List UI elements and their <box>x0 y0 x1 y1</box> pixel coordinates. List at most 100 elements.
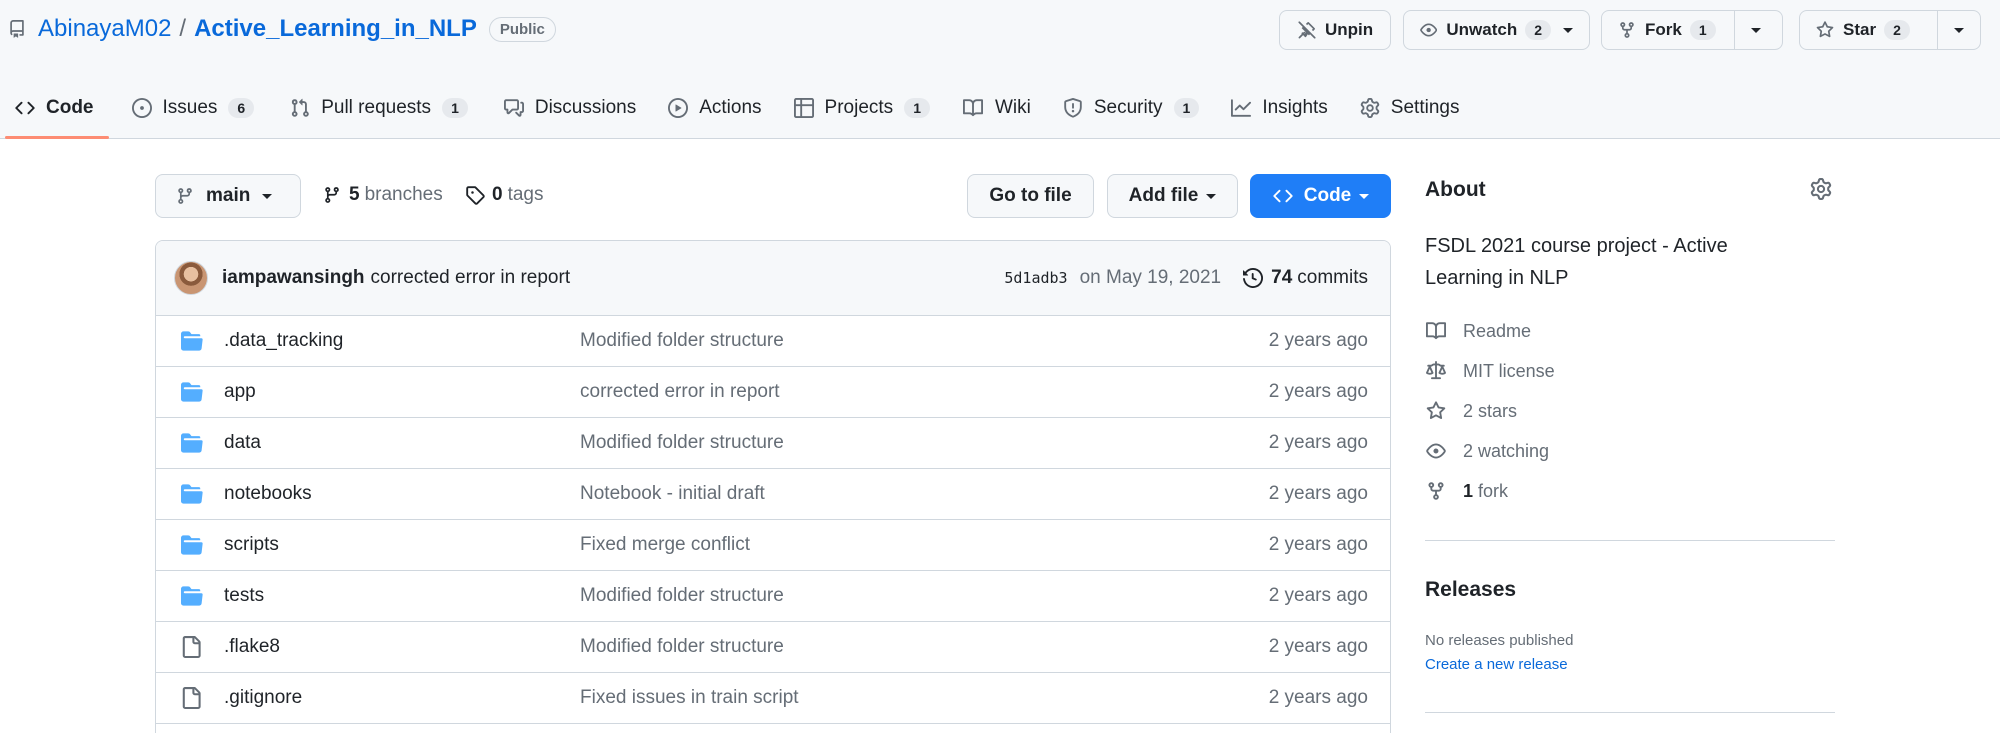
file-name-link[interactable]: .gitignore <box>224 687 580 709</box>
file-row[interactable]: tests Modified folder structure 2 years ag… <box>156 571 1390 622</box>
eye-icon <box>1420 23 1438 37</box>
file-commit-message-link[interactable]: Fixed issues in train script <box>580 687 799 709</box>
file-commit-age: 2 years ago <box>1268 636 1368 657</box>
file-row[interactable]: .flake8 Modified folder structure 2 years … <box>156 622 1390 673</box>
file-icon <box>180 635 206 659</box>
file-name-link[interactable]: .data_tracking <box>224 330 580 352</box>
repo-owner-link[interactable]: AbinayaM02 <box>38 15 171 43</box>
code-icon <box>15 101 35 115</box>
readme-link[interactable]: Readme <box>1425 316 1531 346</box>
code-button[interactable]: Code <box>1250 174 1391 218</box>
branches-label: branches <box>364 184 443 205</box>
unwatch-button[interactable]: Unwatch 2 <box>1403 10 1590 50</box>
gear-icon <box>1360 98 1380 118</box>
create-release-link[interactable]: Create a new release <box>1425 656 1568 673</box>
repo-name-link[interactable]: Active_Learning_in_NLP <box>194 15 477 43</box>
file-commit-age: 2 years ago <box>1268 381 1368 402</box>
no-releases-text: No releases published <box>1425 632 1574 649</box>
go-to-file-button[interactable]: Go to file <box>967 174 1094 218</box>
file-row[interactable]: scripts Fixed merge conflict 2 years ago <box>156 520 1390 571</box>
file-commit-age: 2 years ago <box>1268 687 1368 708</box>
file-row[interactable]: app corrected error in report 2 years ago <box>156 367 1390 418</box>
star-label: Star <box>1843 20 1877 39</box>
branches-count: 5 <box>349 184 360 205</box>
tab-settings[interactable]: Settings <box>1345 86 1475 130</box>
file-commit-age: 2 years ago <box>1268 432 1368 453</box>
license-label: MIT license <box>1463 360 1555 381</box>
tab-actions[interactable]: Actions <box>653 86 776 130</box>
add-file-button[interactable]: Add file <box>1107 174 1238 218</box>
sidebar-divider <box>1425 540 1835 541</box>
tab-issues[interactable]: Issues 6 <box>117 86 270 130</box>
forks-counter: 1 <box>1689 20 1716 40</box>
star-icon <box>1426 401 1446 420</box>
avatar[interactable] <box>174 261 208 295</box>
watchers-link[interactable]: 2 watching <box>1425 436 1549 466</box>
file-row[interactable]: .data_tracking Modified folder structure 2… <box>156 316 1390 367</box>
file-name-link[interactable]: notebooks <box>224 483 580 505</box>
path-separator: / <box>179 15 187 42</box>
fork-dropdown[interactable] <box>1734 11 1777 49</box>
tab-discussions[interactable]: Discussions <box>489 86 651 130</box>
file-commit-message-link[interactable]: Fixed merge conflict <box>580 534 750 556</box>
tab-code[interactable]: Code <box>0 86 109 139</box>
star-dropdown[interactable] <box>1937 11 1980 49</box>
file-name-link[interactable]: data <box>224 432 580 454</box>
tab-security[interactable]: Security 1 <box>1048 86 1214 130</box>
tab-discussions-label: Discussions <box>534 97 637 118</box>
file-commit-message-link[interactable]: Modified folder structure <box>580 585 784 607</box>
file-row[interactable]: data Modified folder structure 2 years ago <box>156 418 1390 469</box>
file-row[interactable]: .gitignore Fixed issues in train script 2 … <box>156 673 1390 724</box>
add-file-label: Add file <box>1128 185 1199 206</box>
play-icon <box>668 98 689 118</box>
file-name-link[interactable]: .flake8 <box>224 636 580 658</box>
file-name-link[interactable]: scripts <box>224 534 580 556</box>
tab-insights[interactable]: Insights <box>1216 86 1342 130</box>
comment-discussion-icon <box>503 99 524 117</box>
commits-label: commits <box>1297 267 1368 288</box>
fork-button[interactable]: Fork 1 <box>1602 11 1734 49</box>
forks-count: 1 <box>1463 480 1474 501</box>
file-commit-message-link[interactable]: corrected error in report <box>580 381 780 403</box>
file-name-link[interactable]: app <box>224 381 580 403</box>
file-commit-message-link[interactable]: Modified folder structure <box>580 432 784 454</box>
file-commit-message-link[interactable]: Modified folder structure <box>580 636 784 658</box>
releases-heading[interactable]: Releases <box>1425 578 1516 602</box>
edit-about-button[interactable] <box>1810 178 1832 200</box>
tab-wiki[interactable]: Wiki <box>947 86 1046 130</box>
repo-nav-tabs: Code Issues 6 Pull requests 1 Discussion… <box>0 86 1474 139</box>
tags-link[interactable]: 0 tags <box>465 180 544 210</box>
branch-select-button[interactable]: main <box>155 174 301 218</box>
triangle-down-icon <box>1206 193 1217 199</box>
pin-slash-icon <box>1298 21 1316 39</box>
sidebar-divider <box>1425 712 1835 713</box>
unpin-button[interactable]: Unpin <box>1279 10 1391 50</box>
stars-link[interactable]: 2 stars <box>1425 396 1517 426</box>
license-link[interactable]: MIT license <box>1425 356 1555 386</box>
tab-wiki-label: Wiki <box>994 97 1031 118</box>
commits-history-link[interactable]: 74 commits <box>1243 267 1368 289</box>
commit-author-link[interactable]: iampawansingh <box>222 267 365 289</box>
watch-dropdown[interactable] <box>1551 11 1585 49</box>
tab-insights-label: Insights <box>1262 97 1328 118</box>
star-icon <box>1816 21 1834 38</box>
table-icon <box>793 98 814 118</box>
tab-projects[interactable]: Projects 1 <box>779 86 945 130</box>
fork-button-group: Fork 1 <box>1601 10 1783 50</box>
commit-sha-link[interactable]: 5d1adb3 <box>1004 269 1067 287</box>
tab-security-label: Security <box>1093 97 1163 118</box>
tab-pull-requests[interactable]: Pull requests 1 <box>275 86 483 130</box>
file-directory-icon <box>180 432 206 454</box>
star-button[interactable]: Star 2 <box>1800 11 1937 49</box>
file-commit-message-link[interactable]: Modified folder structure <box>580 330 784 352</box>
triangle-down-icon <box>1954 27 1964 33</box>
about-heading: About <box>1425 178 1486 201</box>
file-row[interactable]: notebooks Notebook - initial draft 2 years… <box>156 469 1390 520</box>
branches-link[interactable]: 5 branches <box>323 180 443 210</box>
file-commit-message-link[interactable]: Notebook - initial draft <box>580 483 765 505</box>
file-directory-icon <box>180 483 206 505</box>
tab-settings-label: Settings <box>1390 97 1460 118</box>
file-name-link[interactable]: tests <box>224 585 580 607</box>
commit-message-link[interactable]: corrected error in report <box>371 267 571 289</box>
forks-link[interactable]: 1 fork <box>1425 476 1508 506</box>
